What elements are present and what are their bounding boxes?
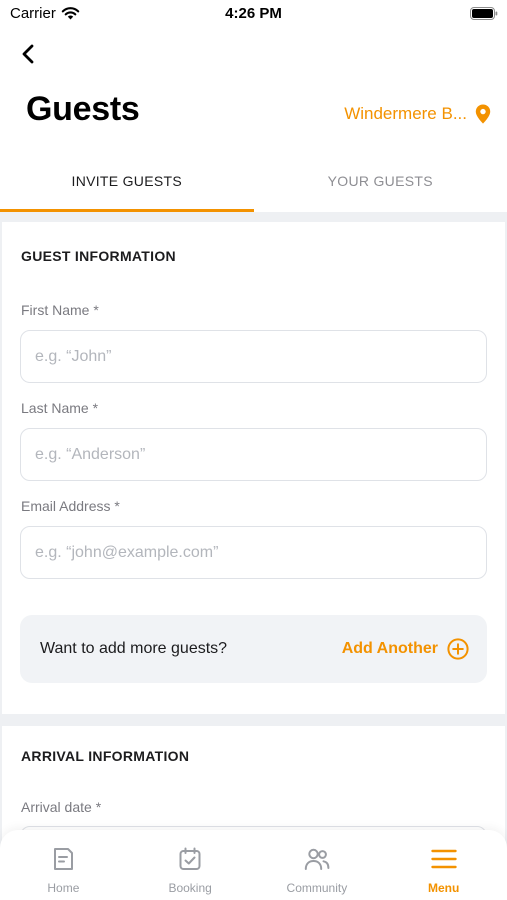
add-more-guests-panel: Want to add more guests? Add Another [20,615,487,683]
plus-circle-icon [447,638,469,660]
add-another-button[interactable]: Add Another [342,638,469,660]
first-name-input[interactable] [20,330,487,383]
nav-booking-label: Booking [168,881,212,895]
nav-menu[interactable]: Menu [380,830,507,900]
clock-time: 4:26 PM [225,5,282,22]
home-document-icon [54,848,74,870]
email-address-label: Email Address * [21,498,120,514]
battery-icon [470,7,498,20]
nav-community[interactable]: Community [254,830,381,900]
arrival-date-label: Arrival date * [21,799,102,815]
first-name-label: First Name * [21,302,99,318]
tab-your-guests[interactable]: YOUR GUESTS [254,150,507,212]
status-bar: Carrier 4:26 PM [0,0,507,30]
add-more-guests-prompt: Want to add more guests? [40,640,228,657]
guest-information-card: GUEST INFORMATION First Name * Last Name… [2,222,505,714]
nav-menu-label: Menu [427,881,460,895]
bottom-navigation: Home Booking Community Menu [0,830,507,900]
tab-bar-top: INVITE GUESTS YOUR GUESTS [0,150,507,212]
tab-your-guests-label: YOUR GUESTS [327,173,433,189]
location-name: Windermere B... [344,104,467,123]
guest-information-heading: GUEST INFORMATION [21,248,176,264]
email-address-input[interactable] [20,526,487,579]
calendar-check-icon [179,847,201,870]
nav-home[interactable]: Home [0,830,127,900]
tab-invite-guests-label: INVITE GUESTS [71,173,182,189]
map-pin-icon [475,104,491,124]
page-title: Guests [26,90,140,128]
form-content[interactable]: GUEST INFORMATION First Name * Last Name… [0,212,507,900]
arrival-information-heading: ARRIVAL INFORMATION [21,748,190,764]
nav-booking[interactable]: Booking [127,830,254,900]
location-selector[interactable]: Windermere B... [344,104,491,124]
add-another-label: Add Another [341,640,438,657]
last-name-label: Last Name * [21,400,99,416]
tab-invite-guests[interactable]: INVITE GUESTS [0,150,254,212]
nav-home-label: Home [47,881,80,895]
people-icon [304,848,330,870]
nav-community-label: Community [286,881,348,895]
back-button[interactable] [14,40,42,68]
hamburger-menu-icon [430,849,457,869]
chevron-left-icon [22,44,34,64]
last-name-input[interactable] [20,428,487,481]
